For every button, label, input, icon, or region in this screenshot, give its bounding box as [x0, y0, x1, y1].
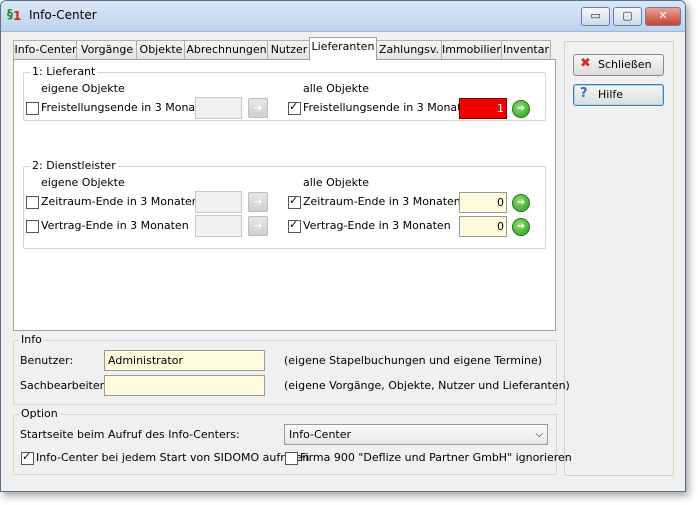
firma-ignore-label: Firma 900 "Deflize und Partner GmbH" ign… — [300, 451, 572, 464]
firma-ignore-checkbox[interactable] — [285, 452, 298, 465]
own-zeitraum-field — [195, 191, 242, 213]
all-zeitraum-label: Zeitraum-Ende in 3 Monaten — [303, 195, 461, 208]
arrow-right-icon: ➔ — [253, 195, 263, 208]
close-x-icon: ✖ — [580, 56, 591, 71]
help-button[interactable]: ? Hilfe — [573, 84, 664, 106]
sachbearbeiter-label: Sachbearbeiter: — [20, 379, 108, 392]
own-zeitraum-label: Zeitraum-Ende in 3 Monaten — [41, 195, 199, 208]
tab-objekte[interactable]: Objekte — [136, 40, 186, 59]
checkmark-icon: ✓ — [289, 100, 299, 113]
benutzer-input[interactable]: Administrator — [104, 350, 265, 371]
benutzer-hint: (eigene Stapelbuchungen und eigene Termi… — [284, 354, 543, 367]
arrow-right-icon: ➔ — [253, 219, 263, 232]
startseite-selected-value: Info-Center — [289, 428, 352, 441]
startseite-select[interactable]: Info-Center ⌵ — [284, 424, 548, 445]
tab-nutzer[interactable]: Nutzer — [267, 40, 311, 59]
own-vertrag-go-button[interactable]: ➔ — [248, 216, 268, 236]
own-freistellung-label: Freistellungsende in 3 Monaten — [41, 101, 214, 114]
group-dienstleister-title: 2: Dienstleister — [30, 159, 118, 172]
group-dienstleister: 2: Dienstleister eigene Objekte alle Obj… — [23, 159, 546, 249]
all-vertrag-go-button[interactable]: ➔ — [512, 218, 530, 236]
arrow-right-icon: ➔ — [253, 101, 263, 114]
tab-info-center[interactable]: Info-Center — [13, 40, 78, 59]
own-zeitraum-checkbox[interactable] — [26, 196, 39, 209]
own-vertrag-field — [195, 215, 242, 237]
arrow-right-icon: ➔ — [516, 221, 526, 232]
checkmark-icon: ✓ — [289, 194, 299, 207]
info-group: Info Benutzer: Administrator (eigene Sta… — [13, 333, 570, 405]
maximize-button[interactable]: ▢ — [613, 7, 642, 26]
button-panel: ✖ Schließen ? Hilfe — [564, 41, 674, 476]
option-group-title: Option — [19, 407, 60, 420]
close-button-label: Schließen — [598, 58, 652, 71]
own-freistellung-checkbox[interactable] — [26, 102, 39, 115]
lieferant-all-header: alle Objekte — [303, 82, 370, 95]
dienstleister-all-header: alle Objekte — [303, 176, 370, 189]
own-freistellung-go-button[interactable]: ➔ — [248, 98, 268, 118]
tab-immobilien[interactable]: Immobilien — [441, 40, 503, 59]
all-freistellung-checkbox[interactable]: ✓ — [288, 100, 301, 115]
maximize-icon: ▢ — [622, 9, 633, 22]
all-freistellung-count[interactable]: 1 — [459, 98, 507, 119]
help-question-icon: ? — [580, 86, 588, 101]
own-freistellung-field — [195, 97, 242, 119]
minimize-icon: ▭ — [590, 9, 601, 22]
window-content: Info-Center Vorgänge Objekte Abrechnunge… — [1, 32, 685, 491]
close-icon: ✕ — [658, 9, 668, 22]
startseite-label: Startseite beim Aufruf des Info-Centers: — [20, 428, 240, 441]
arrow-right-icon: ➔ — [516, 103, 526, 114]
all-zeitraum-checkbox[interactable]: ✓ — [288, 194, 301, 209]
app-icon: § 1 — [7, 7, 22, 23]
minimize-button[interactable]: ▭ — [581, 7, 610, 26]
own-zeitraum-go-button[interactable]: ➔ — [248, 192, 268, 212]
lieferant-own-header: eigene Objekte — [41, 82, 125, 95]
close-button[interactable]: ✖ Schließen — [573, 54, 664, 76]
tab-vorgaenge[interactable]: Vorgänge — [76, 40, 138, 59]
window-title: Info-Center — [29, 8, 97, 22]
info-center-window: § 1 Info-Center ▭ ▢ ✕ Info-Center Vorgäng… — [0, 0, 686, 492]
all-zeitraum-go-button[interactable]: ➔ — [512, 194, 530, 212]
tab-abrechnungen[interactable]: Abrechnungen — [184, 40, 269, 59]
start-infocenter-checkbox[interactable]: ✓ — [21, 450, 34, 465]
all-vertrag-label: Vertrag-Ende in 3 Monaten — [303, 219, 451, 232]
tab-inventar[interactable]: Inventar — [501, 40, 551, 59]
arrow-right-icon: ➔ — [516, 197, 526, 208]
help-button-label: Hilfe — [598, 88, 624, 101]
all-vertrag-count[interactable]: 0 — [459, 216, 507, 237]
all-freistellung-go-button[interactable]: ➔ — [512, 100, 530, 118]
start-infocenter-label: Info-Center bei jedem Start von SIDOMO a… — [36, 451, 310, 464]
own-vertrag-label: Vertrag-Ende in 3 Monaten — [41, 219, 189, 232]
info-group-title: Info — [19, 333, 44, 346]
title-bar[interactable]: § 1 Info-Center ▭ ▢ ✕ — [1, 1, 685, 32]
checkmark-icon: ✓ — [22, 450, 32, 463]
option-group: Option Startseite beim Aufruf des Info-C… — [13, 407, 572, 475]
tab-panel-lieferanten: 1: Lieferant eigene Objekte alle Objekte… — [13, 59, 556, 331]
close-window-button[interactable]: ✕ — [645, 7, 681, 26]
all-freistellung-label: Freistellungsende in 3 Monaten — [303, 101, 476, 114]
dienstleister-own-header: eigene Objekte — [41, 176, 125, 189]
all-zeitraum-count[interactable]: 0 — [459, 192, 507, 213]
tab-lieferanten[interactable]: Lieferanten — [309, 37, 377, 60]
checkmark-icon: ✓ — [289, 218, 299, 231]
sachbearbeiter-hint: (eigene Vorgänge, Objekte, Nutzer und Li… — [284, 379, 570, 392]
group-lieferant-title: 1: Lieferant — [30, 65, 98, 78]
benutzer-label: Benutzer: — [20, 354, 74, 367]
all-vertrag-checkbox[interactable]: ✓ — [288, 218, 301, 233]
sachbearbeiter-input[interactable] — [104, 375, 265, 396]
tab-zahlungsv[interactable]: Zahlungsv. — [375, 40, 443, 59]
group-lieferant: 1: Lieferant eigene Objekte alle Objekte… — [23, 65, 546, 121]
chevron-down-icon: ⌵ — [535, 429, 543, 440]
own-vertrag-checkbox[interactable] — [26, 220, 39, 233]
